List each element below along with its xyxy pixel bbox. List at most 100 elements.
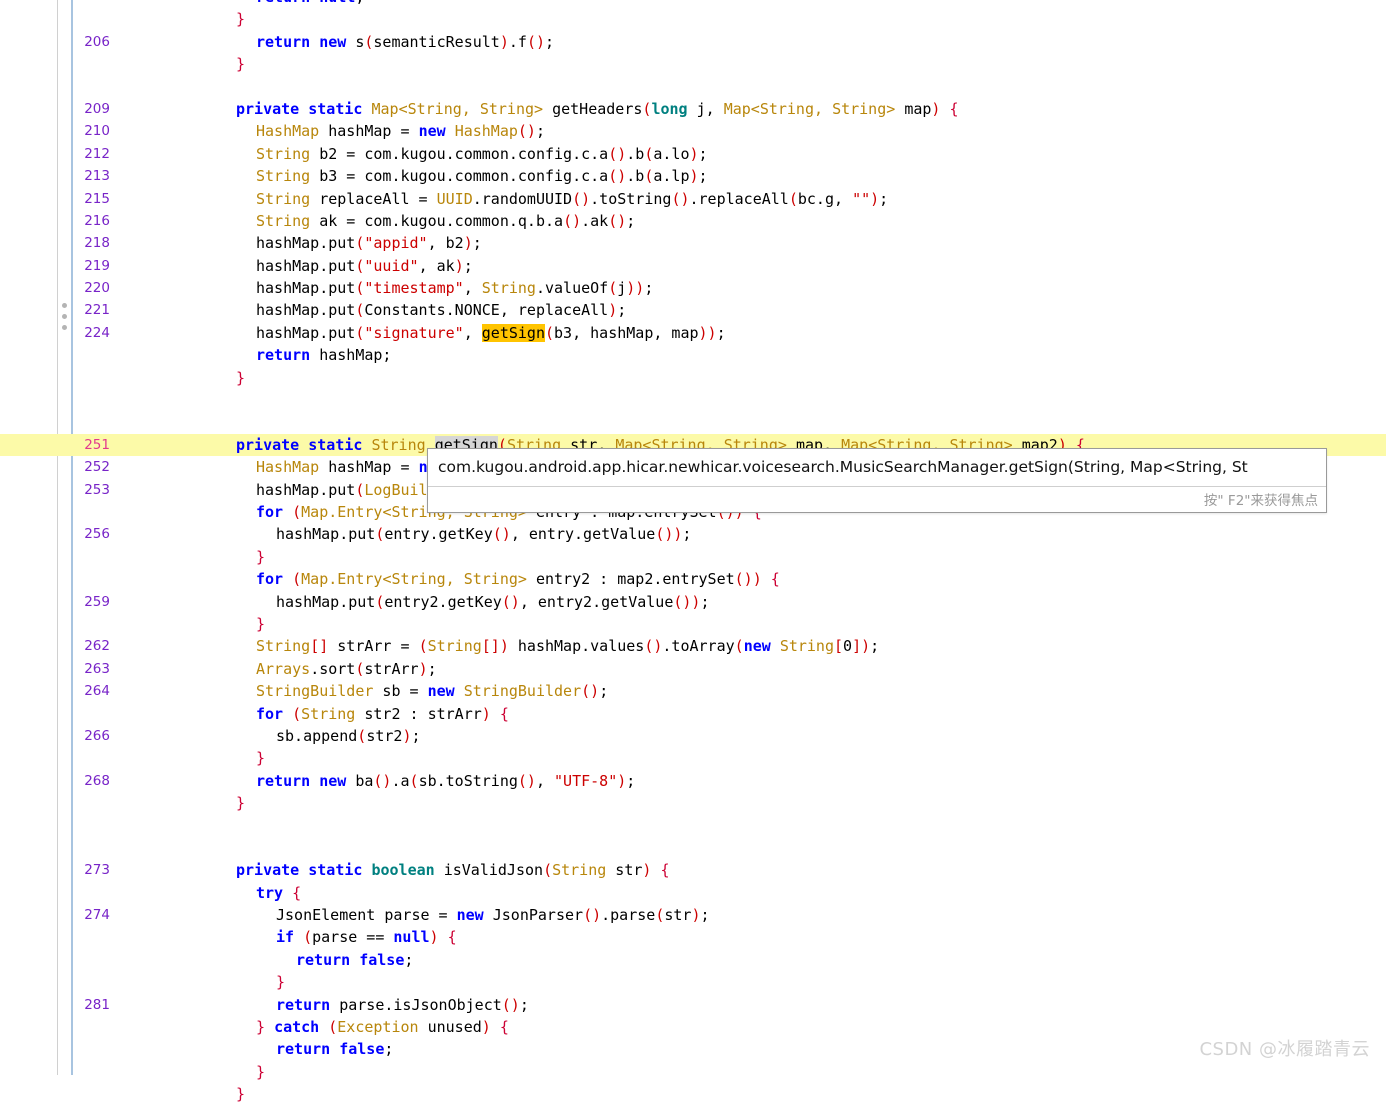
code-text: return false; xyxy=(136,1038,393,1060)
code-line[interactable]: } xyxy=(0,367,1386,389)
code-line[interactable]: 218 hashMap.put("appid", b2); xyxy=(0,232,1386,254)
code-token: ; xyxy=(626,211,636,230)
code-token: j xyxy=(617,279,627,298)
code-line[interactable]: 266 sb.append(str2); xyxy=(0,725,1386,747)
code-line[interactable]: 262 String[] strArr = (String[]) hashMap.… xyxy=(0,635,1386,657)
code-line[interactable]: } catch (Exception unused) { xyxy=(0,1016,1386,1038)
code-token: ; xyxy=(870,637,880,656)
code-token: () xyxy=(583,906,602,925)
code-line[interactable]: if (parse == null) { xyxy=(0,926,1386,948)
code-line[interactable]: } xyxy=(0,546,1386,568)
code-token: ba xyxy=(355,771,374,790)
code-line[interactable]: 273 private static boolean isValidJson(St… xyxy=(0,859,1386,881)
code-token: ; xyxy=(716,323,726,342)
code-token: () xyxy=(563,211,582,230)
code-token: ]) xyxy=(852,637,871,656)
code-token: replaceAll = xyxy=(310,189,437,208)
code-line[interactable]: 281 return parse.isJsonObject(); xyxy=(0,994,1386,1016)
code-line[interactable]: 215 String replaceAll = UUID.randomUUID()… xyxy=(0,188,1386,210)
code-token: ( xyxy=(545,323,555,342)
code-line[interactable]: } xyxy=(0,1061,1386,1083)
code-line[interactable]: return hashMap; xyxy=(0,344,1386,366)
code-line[interactable]: return false; xyxy=(0,1038,1386,1060)
code-text: Arrays.sort(strArr); xyxy=(136,658,437,680)
code-line[interactable]: 268 return new ba().a(sb.toString(), "UTF… xyxy=(0,770,1386,792)
code-token: String xyxy=(463,570,518,589)
code-line[interactable]: 264 StringBuilder sb = new StringBuilder(… xyxy=(0,680,1386,702)
code-line[interactable]: for (String str2 : strArr) { xyxy=(0,703,1386,725)
code-lines[interactable]: return null;} 206 return new s(semanticRes… xyxy=(0,0,1386,1106)
code-line[interactable]: } xyxy=(0,613,1386,635)
code-line[interactable]: } xyxy=(0,8,1386,30)
code-token: } xyxy=(236,794,246,813)
code-text: try { xyxy=(136,882,301,904)
line-number: 253 xyxy=(84,481,110,498)
code-text: } xyxy=(136,613,265,635)
code-line[interactable]: } xyxy=(0,747,1386,769)
code-token: [ xyxy=(834,637,844,656)
code-line[interactable] xyxy=(0,814,1386,836)
code-line[interactable]: 224 hashMap.put("signature", getSign(b3, … xyxy=(0,322,1386,344)
code-token: ; xyxy=(599,682,609,701)
code-token: .b xyxy=(626,144,645,163)
code-line[interactable]: 256 hashMap.put(entry.getKey(), entry.get… xyxy=(0,523,1386,545)
code-token: "signature" xyxy=(364,323,464,342)
code-token: ; xyxy=(472,234,482,253)
code-token: String xyxy=(301,704,356,723)
code-line[interactable] xyxy=(0,389,1386,411)
code-token: entry2 : map2.entrySet xyxy=(535,570,735,589)
code-token: hashMap.put xyxy=(256,301,356,320)
code-text: return false; xyxy=(136,949,413,971)
code-token: String xyxy=(256,211,311,230)
code-line[interactable]: return null; xyxy=(0,0,1386,8)
code-line[interactable]: 209 private static Map<String, String> ge… xyxy=(0,98,1386,120)
code-token: try xyxy=(256,883,284,902)
code-token: hashMap.put xyxy=(256,480,356,499)
code-line[interactable] xyxy=(0,76,1386,98)
code-line[interactable]: 212 String b2 = com.kugou.common.config.c… xyxy=(0,143,1386,165)
code-line[interactable]: 219 hashMap.put("uuid", ak); xyxy=(0,255,1386,277)
code-line[interactable]: 216 String ak = com.kugou.common.q.b.a().… xyxy=(0,210,1386,232)
code-token: HashMap xyxy=(256,458,320,477)
code-line[interactable]: } xyxy=(0,971,1386,993)
signature-tooltip[interactable]: com.kugou.android.app.hicar.newhicar.voi… xyxy=(427,448,1327,513)
code-text: } catch (Exception unused) { xyxy=(136,1016,509,1038)
code-token: ) xyxy=(689,144,699,163)
code-text: hashMap.put(entry.getKey(), entry.getVal… xyxy=(136,523,691,545)
code-token: ) xyxy=(608,301,618,320)
code-line[interactable]: } xyxy=(0,53,1386,75)
code-token: , xyxy=(463,279,482,298)
code-token: hashMap.put xyxy=(256,323,356,342)
code-line[interactable]: } xyxy=(0,1083,1386,1105)
code-line[interactable]: 210 HashMap hashMap = new HashMap(); xyxy=(0,120,1386,142)
code-token: return xyxy=(276,1040,340,1059)
code-line[interactable]: try { xyxy=(0,882,1386,904)
code-line[interactable]: 259 hashMap.put(entry2.getKey(), entry2.g… xyxy=(0,591,1386,613)
code-line[interactable]: return false; xyxy=(0,949,1386,971)
code-token: ; xyxy=(682,525,692,544)
code-editor[interactable]: return null;} 206 return new s(semanticRes… xyxy=(0,0,1386,1103)
code-token: Constants.NONCE, replaceAll xyxy=(364,301,609,320)
code-text: } xyxy=(136,1061,265,1083)
code-token: () xyxy=(517,122,536,141)
code-line[interactable]: 274 JsonElement parse = new JsonParser().… xyxy=(0,904,1386,926)
code-line[interactable]: } xyxy=(0,792,1386,814)
code-token: String xyxy=(256,144,311,163)
code-token: sb = xyxy=(373,682,428,701)
code-token: UUID xyxy=(436,189,473,208)
code-line[interactable] xyxy=(0,411,1386,433)
code-token: unused xyxy=(418,1017,482,1036)
code-line[interactable]: 220 hashMap.put ("timestamp", String.value… xyxy=(0,277,1386,299)
line-number: 220 xyxy=(84,280,110,297)
code-token: ( xyxy=(418,637,428,656)
code-line[interactable]: for (Map.Entry<String, String> entry2 : … xyxy=(0,568,1386,590)
code-line[interactable]: 206 return new s(semanticResult).f(); xyxy=(0,31,1386,53)
code-text: String ak = com.kugou.common.q.b.a().ak(… xyxy=(136,210,635,232)
code-token: return xyxy=(256,0,319,6)
code-line[interactable]: 221 hashMap.put(Constants.NONCE, replaceA… xyxy=(0,299,1386,321)
code-line[interactable]: 213 String b3 = com.kugou.common.config.c… xyxy=(0,165,1386,187)
code-token: () xyxy=(517,771,536,790)
code-line[interactable]: 263 Arrays.sort(strArr); xyxy=(0,658,1386,680)
line-number: 213 xyxy=(84,168,110,185)
code-line[interactable] xyxy=(0,837,1386,859)
